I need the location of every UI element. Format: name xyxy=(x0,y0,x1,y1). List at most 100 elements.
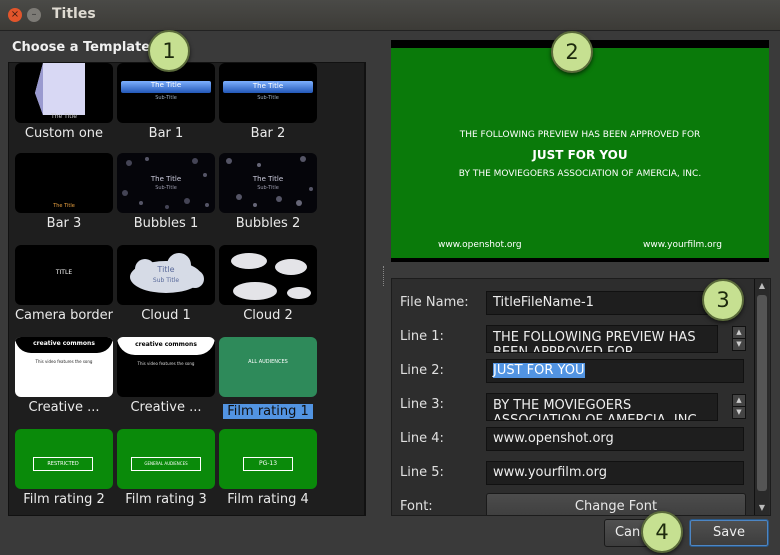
choose-template-heading: Choose a Template xyxy=(12,40,151,55)
template-tile-bar-1[interactable]: The Title Sub-Title Bar 1 xyxy=(115,63,217,141)
line-4-label: Line 4: xyxy=(400,431,444,446)
callout-badge-4: 4 xyxy=(641,511,683,553)
callout-badge-2: 2 xyxy=(551,31,593,73)
callout-badge-3: 3 xyxy=(702,279,744,321)
thumb-subtitle-text: This video features the song xyxy=(137,361,195,366)
template-tile-camera-border[interactable]: TITLE Camera border xyxy=(13,245,115,323)
form-scrollbar[interactable]: ▲ ▼ xyxy=(754,279,769,515)
line-4-row: Line 4: www.openshot.org xyxy=(392,425,752,453)
title-preview: THE FOLLOWING PREVIEW HAS BEEN APPROVED … xyxy=(391,40,769,262)
template-label: Camera border xyxy=(14,308,114,323)
scrollbar-handle[interactable] xyxy=(757,295,767,491)
template-tile-film-rating-1[interactable]: ALL AUDIENCES Film rating 1 xyxy=(217,337,319,419)
template-thumbnail: creative commons This video features the… xyxy=(117,337,215,397)
line-3-down-icon[interactable]: ▼ xyxy=(732,406,746,419)
title-bar: × – Titles xyxy=(0,0,780,31)
line-1-row: Line 1: THE FOLLOWING PREVIEW HAS BEEN A… xyxy=(392,323,752,353)
preview-canvas: THE FOLLOWING PREVIEW HAS BEEN APPROVED … xyxy=(391,48,769,258)
preview-line-2: JUST FOR YOU xyxy=(532,148,628,162)
line-5-label: Line 5: xyxy=(400,465,444,480)
preview-line-4: www.openshot.org xyxy=(438,240,522,250)
line-2-selected-text: JUST FOR YOU xyxy=(493,363,585,378)
template-label: Film rating 3 xyxy=(125,492,207,507)
file-name-input[interactable]: TitleFileName-1 xyxy=(486,291,730,315)
template-tile-cloud-1[interactable]: Title Sub Title Cloud 1 xyxy=(115,245,217,323)
thumb-title-text: creative commons xyxy=(33,340,95,347)
scroll-down-icon[interactable]: ▼ xyxy=(755,501,769,515)
template-label: Cloud 2 xyxy=(243,308,293,323)
change-font-button[interactable]: Change Font xyxy=(486,493,746,515)
template-tile-bar-3[interactable]: The Title Bar 3 xyxy=(13,153,115,231)
line-5-row: Line 5: www.yourfilm.org xyxy=(392,459,752,487)
template-tile-creative-commons-1[interactable]: creative commons This video features the… xyxy=(13,337,115,415)
template-thumbnail: The Title Sub-Title xyxy=(117,153,215,213)
thumb-title-text: The Title xyxy=(252,175,284,183)
template-thumbnail: ALL AUDIENCES xyxy=(219,337,317,397)
template-label: Film rating 4 xyxy=(227,492,309,507)
template-thumbnail: The Title Sub-Title xyxy=(219,153,317,213)
line-2-input[interactable]: JUST FOR YOU xyxy=(486,359,744,383)
preview-line-3: BY THE MOVIEGOERS ASSOCIATION OF AMERCIA… xyxy=(458,169,702,179)
template-tile-film-rating-3[interactable]: GENERAL AUDIENCES Film rating 3 xyxy=(115,429,217,507)
template-grid: The Title Custom one The Title Sub-Title… xyxy=(8,62,366,516)
template-tile-bar-2[interactable]: The Title Sub-Title Bar 2 xyxy=(217,63,319,141)
template-label: Bubbles 2 xyxy=(235,216,301,231)
line-1-down-icon[interactable]: ▼ xyxy=(732,338,746,351)
template-tile-film-rating-4[interactable]: PG-13 Film rating 4 xyxy=(217,429,319,507)
thumb-subtitle-text: Sub-Title xyxy=(155,185,177,191)
close-window-icon[interactable]: × xyxy=(8,8,22,22)
thumb-title-text: RESTRICTED xyxy=(33,457,93,471)
scroll-up-icon[interactable]: ▲ xyxy=(365,63,366,77)
template-label: Creative ... xyxy=(28,400,100,415)
thumb-subtitle-text: Sub-Title xyxy=(257,185,279,191)
preview-line-5: www.yourfilm.org xyxy=(643,240,722,250)
thumb-title-text: Title xyxy=(157,265,175,274)
line-2-label: Line 2: xyxy=(400,363,444,378)
template-tile-cloud-2[interactable]: Cloud 2 xyxy=(217,245,319,323)
template-thumbnail: creative commons This video features the… xyxy=(15,337,113,397)
thumb-subtitle-text: Sub-Title xyxy=(257,95,279,101)
thumb-title-text: ALL AUDIENCES xyxy=(248,359,288,365)
file-name-row: File Name: TitleFileName-1 xyxy=(392,289,752,317)
line-2-row: Line 2: JUST FOR YOU xyxy=(392,357,752,385)
font-row: Font: Change Font xyxy=(392,493,752,515)
template-thumbnail: Title Sub Title xyxy=(117,245,215,305)
template-label: Film rating 2 xyxy=(23,492,105,507)
template-tile-custom-one[interactable]: The Title Custom one xyxy=(13,63,115,141)
template-tile-creative-commons-2[interactable]: creative commons This video features the… xyxy=(115,337,217,415)
line-1-label: Line 1: xyxy=(400,329,444,344)
thumb-title-text: creative commons xyxy=(135,341,197,348)
thumb-subtitle-text: This video features the song xyxy=(35,359,93,364)
minimize-window-icon[interactable]: – xyxy=(27,8,41,22)
template-tile-bubbles-2[interactable]: The Title Sub-Title Bubbles 2 xyxy=(217,153,319,231)
template-grid-scrollbar[interactable]: ▲ ▼ xyxy=(364,63,366,515)
template-thumbnail xyxy=(219,245,317,305)
line-3-input[interactable]: BY THE MOVIEGOERS ASSOCIATION OF AMERCIA… xyxy=(486,393,718,421)
template-label: Bar 1 xyxy=(148,126,184,141)
save-button[interactable]: Save xyxy=(689,519,769,547)
line-3-label: Line 3: xyxy=(400,397,444,412)
template-thumbnail: The Title xyxy=(15,63,113,123)
thumb-title-text: The Title xyxy=(51,113,77,120)
scroll-down-icon[interactable]: ▼ xyxy=(365,501,366,515)
scroll-up-icon[interactable]: ▲ xyxy=(755,279,769,293)
template-label: Bubbles 1 xyxy=(133,216,199,231)
callout-badge-1: 1 xyxy=(148,30,190,72)
line-4-input[interactable]: www.openshot.org xyxy=(486,427,744,451)
template-tile-film-rating-2[interactable]: RESTRICTED Film rating 2 xyxy=(13,429,115,507)
line-3-row: Line 3: BY THE MOVIEGOERS ASSOCIATION OF… xyxy=(392,391,752,421)
thumb-subtitle-text: Sub Title xyxy=(152,277,180,284)
pane-splitter[interactable] xyxy=(383,266,387,286)
template-label: Film rating 1 xyxy=(223,404,313,419)
thumb-title-text: TITLE xyxy=(55,269,73,276)
thumb-title-text: PG-13 xyxy=(243,457,293,471)
template-label: Bar 2 xyxy=(250,126,286,141)
template-thumbnail: The Title xyxy=(15,153,113,213)
thumb-title-text: The Title xyxy=(252,82,284,90)
line-5-input[interactable]: www.yourfilm.org xyxy=(486,461,744,485)
line-1-input[interactable]: THE FOLLOWING PREVIEW HAS BEEN APPROVED … xyxy=(486,325,718,353)
preview-line-1: THE FOLLOWING PREVIEW HAS BEEN APPROVED … xyxy=(459,130,701,140)
template-tile-bubbles-1[interactable]: The Title Sub-Title Bubbles 1 xyxy=(115,153,217,231)
template-thumbnail: TITLE xyxy=(15,245,113,305)
template-thumbnail: The Title Sub-Title xyxy=(219,63,317,123)
